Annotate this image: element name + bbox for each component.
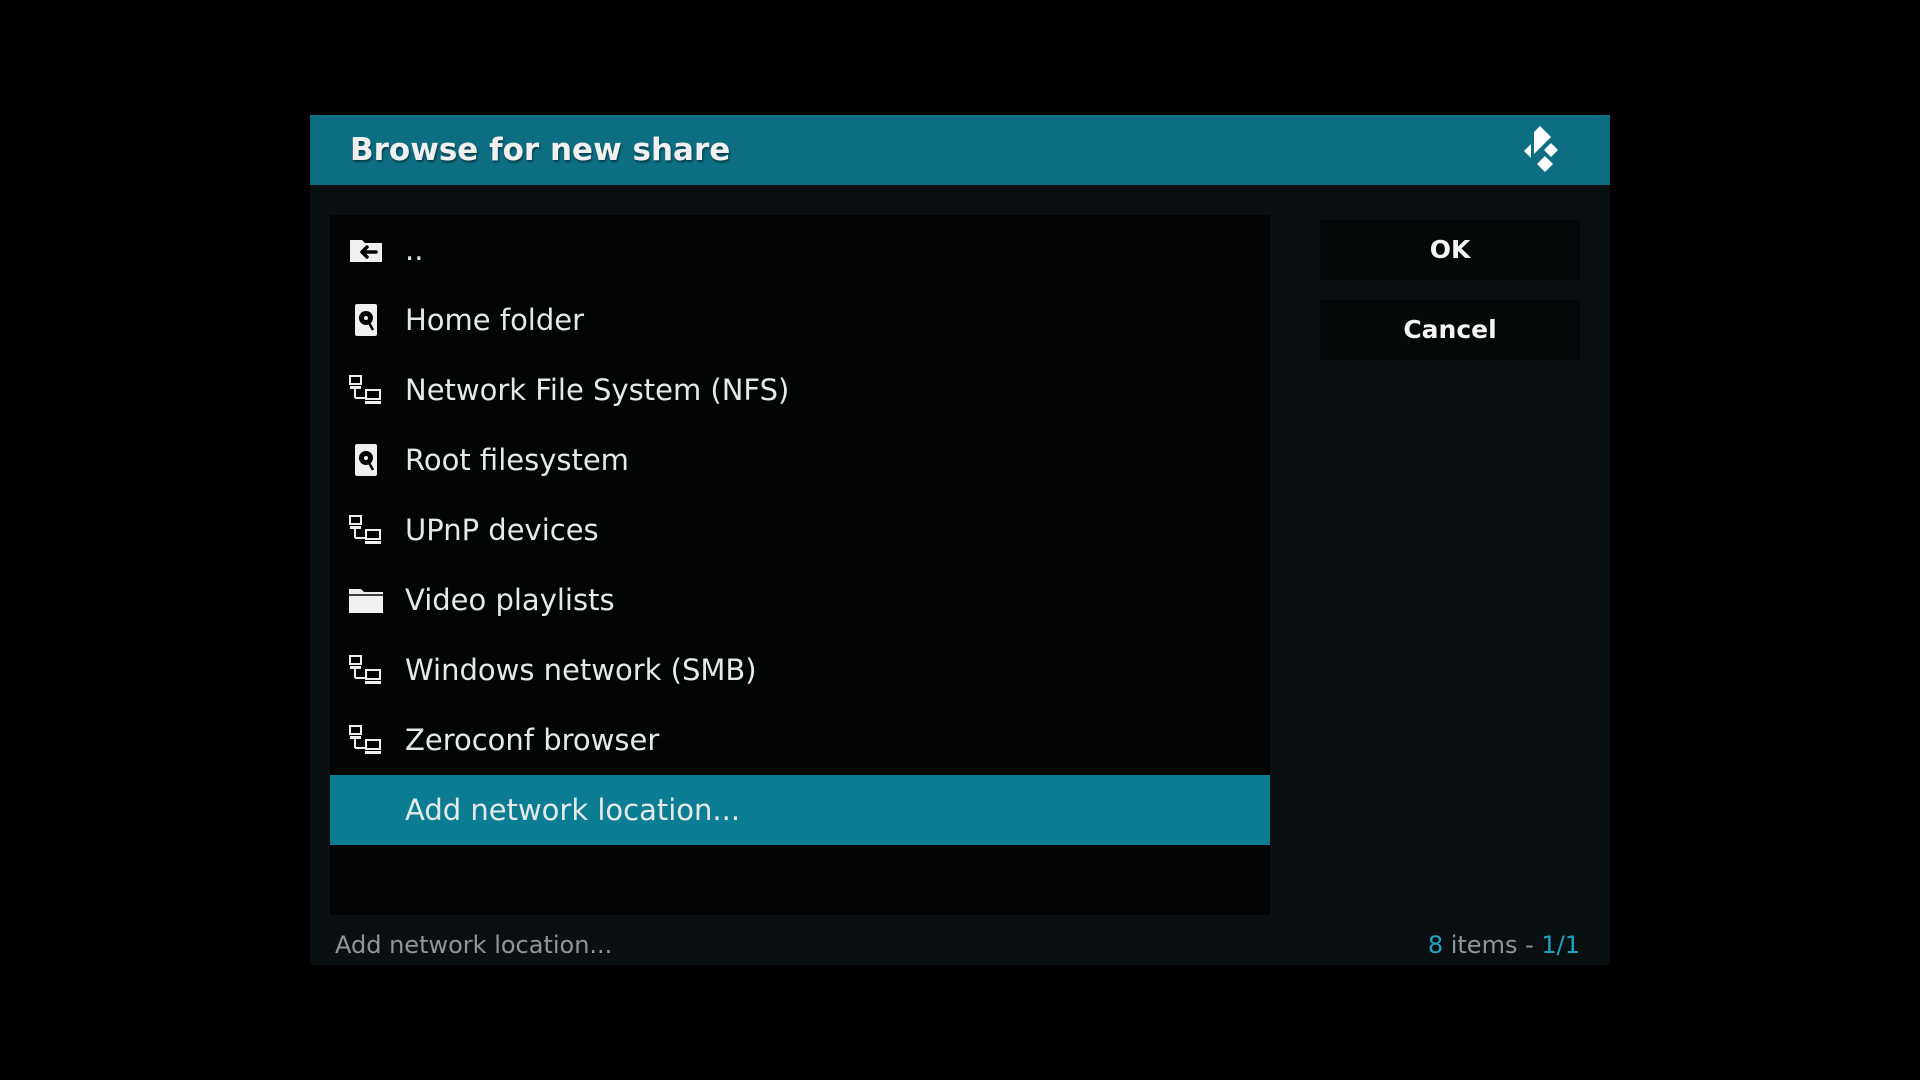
file-browser-list: .. Home folder Network File System (NFS) <box>330 215 1270 915</box>
list-item-home-folder[interactable]: Home folder <box>330 285 1270 355</box>
item-count-status: 8 items - 1/1 <box>1428 925 1580 965</box>
network-icon <box>349 655 381 684</box>
kodi-logo-icon <box>1524 126 1558 172</box>
page-indicator: 1/1 <box>1541 931 1580 959</box>
list-item-windows-network-smb[interactable]: Windows network (SMB) <box>330 635 1270 705</box>
list-item-label: Root filesystem <box>405 443 629 477</box>
list-item-label: Zeroconf browser <box>405 723 660 757</box>
list-item-label: .. <box>405 233 424 267</box>
selected-item-label: Add network location... <box>335 931 613 959</box>
list-item-label: UPnP devices <box>405 513 599 547</box>
list-item-label: Add network location... <box>405 793 741 827</box>
network-icon <box>349 515 381 544</box>
network-icon <box>349 375 381 404</box>
item-count: 8 <box>1427 931 1444 959</box>
dialog-title: Browse for new share <box>350 132 731 168</box>
items-word: items - <box>1443 931 1542 959</box>
list-item-label: Network File System (NFS) <box>405 373 790 407</box>
list-item-label: Video playlists <box>405 583 615 617</box>
network-icon <box>349 725 381 754</box>
hard-drive-icon <box>355 304 377 336</box>
list-item-root-filesystem[interactable]: Root filesystem <box>330 425 1270 495</box>
ok-button[interactable]: OK <box>1320 220 1580 280</box>
list-item-video-playlists[interactable]: Video playlists <box>330 565 1270 635</box>
hard-drive-icon <box>355 444 377 476</box>
list-item-parent-folder[interactable]: .. <box>330 215 1270 285</box>
cancel-button[interactable]: Cancel <box>1320 300 1580 360</box>
list-item-zeroconf-browser[interactable]: Zeroconf browser <box>330 705 1270 775</box>
list-item-upnp-devices[interactable]: UPnP devices <box>330 495 1270 565</box>
list-item-label: Windows network (SMB) <box>405 653 757 687</box>
dialog-titlebar: Browse for new share <box>310 115 1610 185</box>
list-item-add-network-location[interactable]: Add network location... <box>330 775 1270 845</box>
folder-back-icon <box>350 240 382 262</box>
list-item-label: Home folder <box>405 303 585 337</box>
list-item-nfs[interactable]: Network File System (NFS) <box>330 355 1270 425</box>
browse-share-dialog: Browse for new share .. Home folder Netw… <box>310 115 1610 965</box>
folder-icon <box>349 589 383 613</box>
